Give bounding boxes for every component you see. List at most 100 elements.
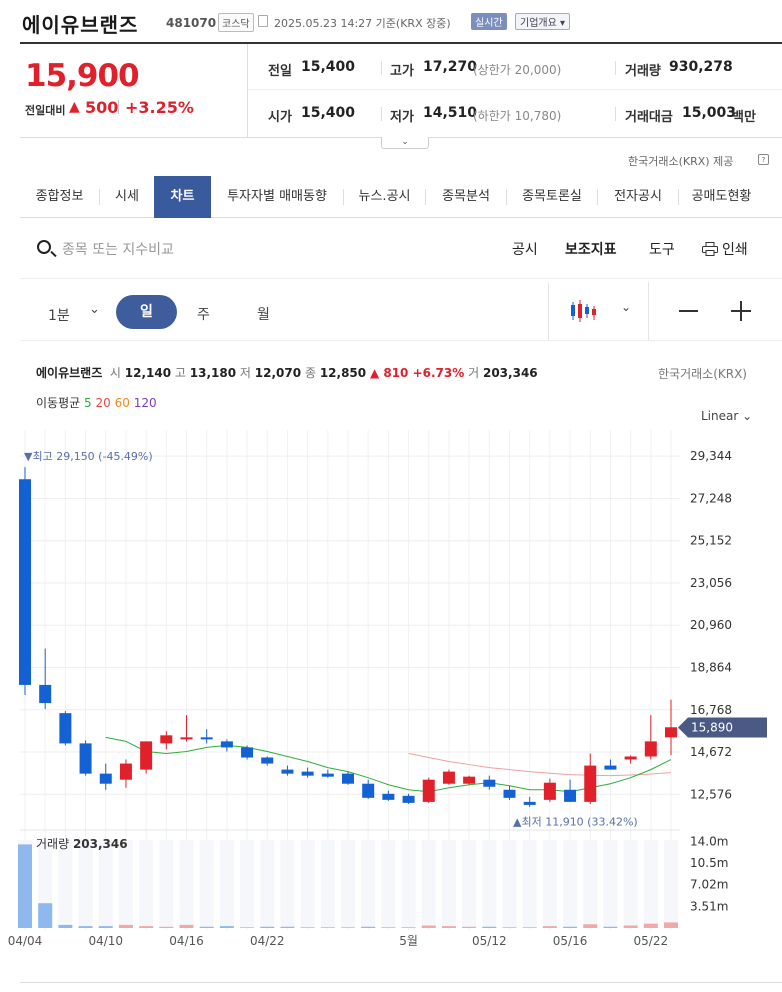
change-value: 500 — [85, 98, 119, 117]
volume-tick-label: 10.5m — [690, 856, 728, 870]
volume-column-bg — [300, 840, 315, 928]
tools-button[interactable]: 도구 — [649, 239, 675, 259]
chart-high-label: 고 — [174, 366, 186, 380]
candle-body — [665, 727, 677, 738]
y-tick-label: 23,056 — [690, 576, 732, 590]
low-value: 14,510 — [423, 105, 478, 121]
zoom-in-icon[interactable] — [731, 301, 751, 321]
info-icon[interactable]: ? — [758, 154, 769, 165]
chevron-down-icon: ⌄ — [401, 137, 409, 147]
chevron-down-icon[interactable]: ⌄ — [89, 302, 100, 317]
candle-body — [604, 765, 617, 770]
volume-pane-label: 거래량 203,346 — [36, 837, 128, 851]
x-tick-label: 04/22 — [250, 934, 285, 948]
volume-value: 930,278 — [669, 59, 733, 75]
volume-bar — [421, 925, 436, 928]
volume-column-bg — [643, 840, 658, 928]
volume-bar — [542, 926, 557, 928]
volume-column-bg — [441, 840, 456, 928]
chart-open-label: 시 — [109, 366, 121, 380]
volume-bar — [98, 926, 113, 928]
candle-body — [382, 793, 395, 800]
volume-column-bg — [482, 840, 497, 928]
minute-interval-select[interactable]: 1분 — [48, 305, 70, 325]
chevron-down-icon[interactable]: ⌄ — [621, 300, 631, 314]
volume-bar — [563, 926, 578, 928]
candle-body — [584, 765, 597, 802]
print-button[interactable]: 인쇄 — [722, 239, 748, 259]
candle-body — [200, 737, 213, 740]
candle-body — [483, 779, 496, 787]
volume-bar — [199, 926, 214, 928]
x-tick-label: 5월 — [399, 934, 418, 948]
volume-bar — [240, 927, 255, 928]
chart-low: 12,070 — [254, 366, 302, 380]
volume-column-bg — [219, 840, 234, 928]
tab-chart[interactable]: 차트 — [154, 176, 211, 218]
period-month-button[interactable]: 월 — [257, 304, 270, 324]
volume-column-bg — [462, 840, 477, 928]
candle-body — [564, 789, 577, 802]
divider — [20, 278, 782, 279]
divider — [20, 340, 782, 341]
trade-value-unit: 백만 — [732, 110, 756, 125]
scale-select[interactable]: Linear ⌄ — [701, 409, 752, 423]
volume-column-bg — [118, 840, 133, 928]
moving-average-legend[interactable]: 이동평균 5 20 60 120 — [36, 394, 157, 411]
y-tick-label: 20,960 — [690, 618, 732, 632]
volume-column-bg — [603, 840, 618, 928]
volume-bar — [58, 924, 73, 928]
x-tick-label: 04/16 — [169, 934, 204, 948]
volume-bar — [260, 926, 275, 928]
collapse-toggle[interactable]: ⌄ — [381, 137, 429, 149]
tab-analysis[interactable]: 종목분석 — [426, 176, 506, 218]
divider — [20, 982, 782, 983]
tab-overview[interactable]: 종합정보 — [20, 176, 99, 218]
disclosure-button[interactable]: 공시 — [512, 239, 538, 259]
compare-search-input[interactable]: 종목 또는 지수비교 — [62, 239, 174, 259]
volume-column-bg — [139, 840, 154, 928]
period-day-button[interactable]: 일 — [116, 295, 177, 329]
volume-bar — [38, 903, 53, 928]
print-icon[interactable] — [702, 241, 718, 256]
quote-separator — [381, 107, 382, 121]
indicators-button[interactable]: 보조지표 — [565, 239, 617, 259]
volume-tick-label: 3.51m — [690, 899, 728, 913]
ma-label: 이동평균 — [36, 396, 81, 410]
candlestick-chart-icon[interactable] — [570, 298, 598, 324]
trade-value-label: 거래대금 — [625, 110, 673, 125]
volume-column-bg — [381, 840, 396, 928]
price-chart[interactable]: 29,344 27,248 25,152 23,056 20,960 18,864 16,7… — [0, 430, 782, 960]
volume-label: 거래량 — [625, 64, 661, 79]
chart-close: 12,850 — [319, 366, 367, 380]
toolbar-separator — [648, 282, 649, 340]
zoom-out-icon[interactable] — [679, 310, 698, 312]
volume-bar — [118, 924, 133, 928]
quote-separator — [615, 61, 616, 75]
volume-column-bg — [361, 840, 376, 928]
y-tick-label: 18,864 — [690, 660, 732, 674]
tab-discussion[interactable]: 종목토론실 — [507, 176, 597, 218]
tab-short-selling[interactable]: 공매도현황 — [679, 176, 764, 218]
company-overview-dropdown[interactable]: 기업개요 ▾ — [515, 13, 570, 30]
chart-stock-name: 에이유브랜즈 — [36, 366, 103, 380]
search-icon[interactable] — [37, 240, 51, 254]
period-week-button[interactable]: 주 — [197, 304, 210, 324]
tab-disclosure[interactable]: 전자공시 — [598, 176, 678, 218]
volume-column-bg — [563, 840, 578, 928]
y-tick-label: 14,672 — [690, 745, 732, 759]
low-marker-label: ▲최저 11,910 (33.42%) — [513, 816, 638, 829]
prev-close-value: 15,400 — [301, 59, 356, 75]
candle-body — [503, 789, 516, 798]
candle-body — [301, 771, 314, 776]
candle-body — [220, 741, 233, 748]
y-tick-label: 25,152 — [690, 534, 732, 548]
tab-news[interactable]: 뉴스.공시 — [344, 176, 425, 218]
chart-open: 12,140 — [124, 366, 172, 380]
x-tick-label: 04/10 — [88, 934, 123, 948]
tab-investor-trends[interactable]: 투자자별 매매동향 — [211, 176, 343, 218]
volume-column-bg — [522, 840, 537, 928]
candle-body — [321, 773, 334, 777]
tab-quotes[interactable]: 시세 — [100, 176, 154, 218]
y-tick-label: 27,248 — [690, 491, 732, 505]
